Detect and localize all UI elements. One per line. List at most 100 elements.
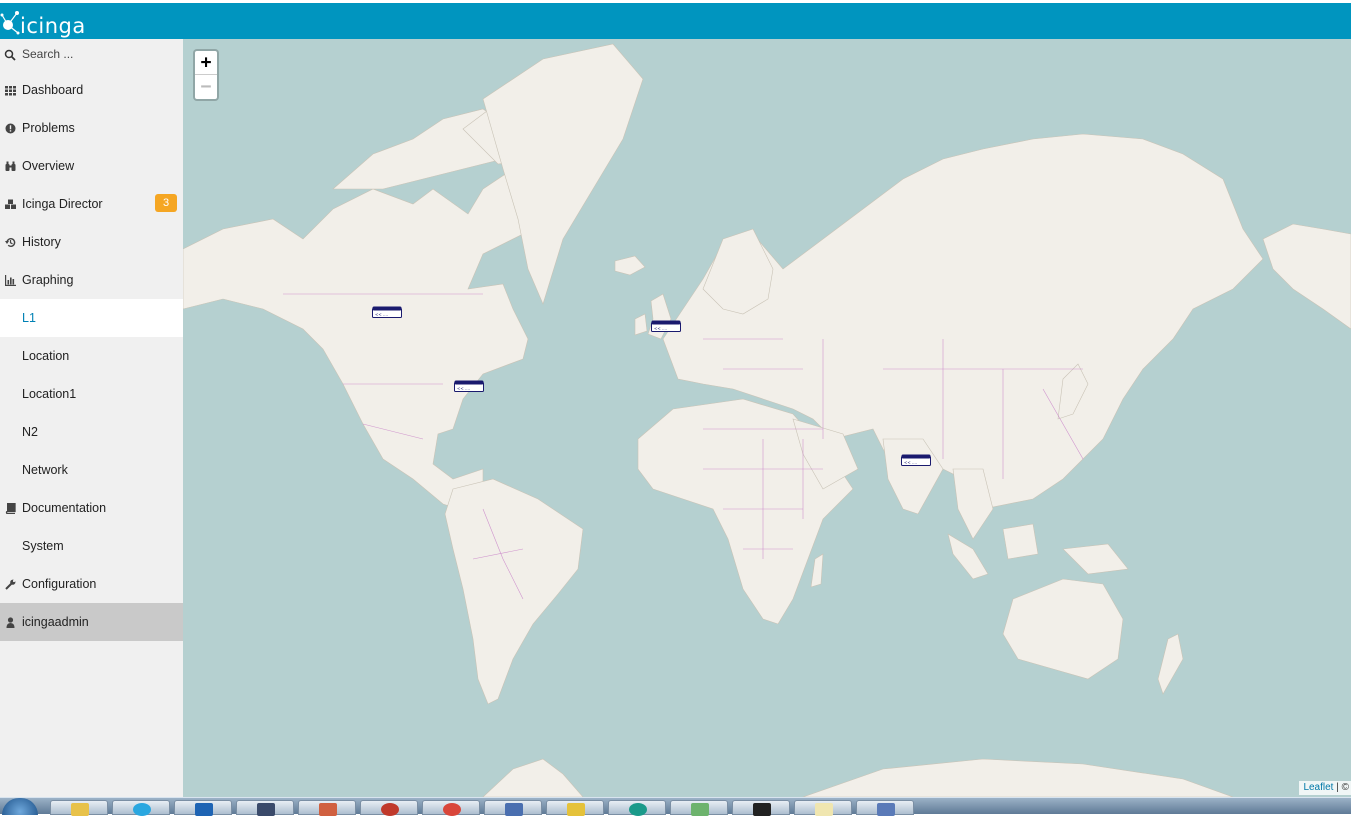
nav-label: Graphing xyxy=(22,273,74,287)
svg-text:<< ....: << .... xyxy=(375,312,388,317)
pending-count-badge: 3 xyxy=(155,194,177,212)
nav-label: Configuration xyxy=(22,577,97,591)
icinga-logo[interactable]: icinga xyxy=(0,5,100,41)
user-icon xyxy=(6,617,15,628)
nav-item-n2[interactable]: N2 xyxy=(0,413,183,451)
taskbar-connect[interactable] xyxy=(484,800,542,816)
logo-mark-icon xyxy=(0,11,20,35)
taskbar-outlook[interactable] xyxy=(174,800,232,816)
nav-item-problems[interactable]: Problems xyxy=(0,109,183,147)
bar-chart-icon xyxy=(5,275,16,286)
nav-item-documentation[interactable]: Documentation xyxy=(0,489,183,527)
skype-icon xyxy=(133,803,151,816)
mail-icon xyxy=(567,803,585,816)
leaflet-link[interactable]: Leaflet xyxy=(1303,782,1333,793)
network-switch-icon[interactable]: << .... xyxy=(901,454,931,466)
nav-item-location1[interactable]: Location1 xyxy=(0,375,183,413)
nav-item-location[interactable]: Location xyxy=(0,337,183,375)
nav-item-user[interactable]: icingaadmin xyxy=(0,603,183,641)
tool-icon xyxy=(381,803,399,816)
cubes-icon xyxy=(5,199,16,209)
nav-label: L1 xyxy=(22,311,36,325)
taskbar-virtualbox[interactable] xyxy=(236,800,294,816)
nav-label: Problems xyxy=(22,121,75,135)
nav-item-network[interactable]: Network xyxy=(0,451,183,489)
top-header: icinga xyxy=(0,0,1351,39)
folder-icon xyxy=(71,803,89,816)
nav-item-system[interactable]: System xyxy=(0,527,183,565)
taskbar-chrome[interactable] xyxy=(422,800,480,816)
map-attribution: Leaflet | © xyxy=(1299,781,1351,795)
nav-item-dashboard[interactable]: Dashboard xyxy=(0,71,183,109)
nav-label: System xyxy=(22,539,64,553)
sidebar: Dashboard Problems Overview Icinga Direc… xyxy=(0,39,183,797)
connect-icon xyxy=(505,803,523,816)
nav-label: Dashboard xyxy=(22,83,84,97)
taskbar-remote[interactable] xyxy=(856,800,914,816)
outlook-icon xyxy=(195,803,213,816)
exclamation-circle-icon xyxy=(5,123,16,134)
book-icon xyxy=(5,503,16,514)
nav-item-configuration[interactable]: Configuration xyxy=(0,565,183,603)
alaska-east xyxy=(1262,223,1351,330)
network-switch-icon[interactable]: << .... xyxy=(372,306,402,318)
antarctica-east xyxy=(802,758,1234,797)
taskbar-skype[interactable] xyxy=(112,800,170,816)
nav-label: Network xyxy=(22,463,68,477)
new-guinea xyxy=(1062,543,1129,575)
binoculars-icon xyxy=(5,161,16,171)
svg-text:<< ....: << .... xyxy=(457,386,470,391)
nav-item-graphing[interactable]: Graphing xyxy=(0,261,183,299)
nav-label: History xyxy=(22,235,61,249)
nav-item-l1[interactable]: L1 xyxy=(0,299,183,337)
madagascar xyxy=(810,553,824,588)
grid-icon xyxy=(5,86,16,96)
history-icon xyxy=(5,238,16,248)
terminal-icon xyxy=(753,803,771,816)
taskbar-paint[interactable] xyxy=(298,800,356,816)
svg-text:<< ....: << .... xyxy=(654,326,667,331)
start-button[interactable] xyxy=(2,798,38,815)
borneo xyxy=(1002,523,1039,560)
zoom-out-button[interactable]: − xyxy=(195,75,217,99)
search-icon xyxy=(4,49,16,61)
nav-label: Icinga Director xyxy=(22,197,103,211)
wrench-icon xyxy=(5,579,16,590)
chrome-icon xyxy=(443,803,461,816)
ireland xyxy=(634,313,648,336)
taskbar-terminal[interactable] xyxy=(732,800,790,816)
network-switch-icon[interactable]: << .... xyxy=(651,320,681,332)
nav-item-icinga-director[interactable]: Icinga Director 3 xyxy=(0,185,183,223)
taskbar-notepad[interactable] xyxy=(794,800,852,816)
taskbar-mail[interactable] xyxy=(546,800,604,816)
virtualbox-icon xyxy=(257,803,275,816)
taskbar-maps[interactable] xyxy=(670,800,728,816)
search-input[interactable] xyxy=(22,47,172,61)
network-switch-icon[interactable]: << .... xyxy=(454,380,484,392)
world-map-tiles xyxy=(183,43,1351,797)
paint-icon xyxy=(319,803,337,816)
notepad-icon xyxy=(815,803,833,816)
logo-text: icinga xyxy=(20,14,86,38)
remote-icon xyxy=(877,803,895,816)
iceland xyxy=(614,255,646,276)
nav-label: Location xyxy=(22,349,70,363)
nav-item-overview[interactable]: Overview xyxy=(0,147,183,185)
zoom-in-button[interactable]: + xyxy=(195,51,217,75)
taskbar-folder[interactable] xyxy=(50,800,108,816)
antarctica xyxy=(482,758,584,797)
zoom-control: + − xyxy=(193,49,219,101)
taskbar-app[interactable] xyxy=(608,800,666,816)
south-america xyxy=(444,478,584,705)
world-map[interactable]: + − << .... << .... << .... << .... Leaf… xyxy=(183,39,1351,797)
windows-taskbar xyxy=(0,797,1351,816)
app-icon xyxy=(629,803,647,816)
nav-label: Location1 xyxy=(22,387,77,401)
attribution-text: | © xyxy=(1333,782,1349,793)
taskbar-tool[interactable] xyxy=(360,800,418,816)
australia xyxy=(1002,578,1124,680)
sumatra xyxy=(947,533,989,580)
nav-item-history[interactable]: History xyxy=(0,223,183,261)
svg-text:<< ....: << .... xyxy=(904,460,917,465)
nav-label: Overview xyxy=(22,159,75,173)
